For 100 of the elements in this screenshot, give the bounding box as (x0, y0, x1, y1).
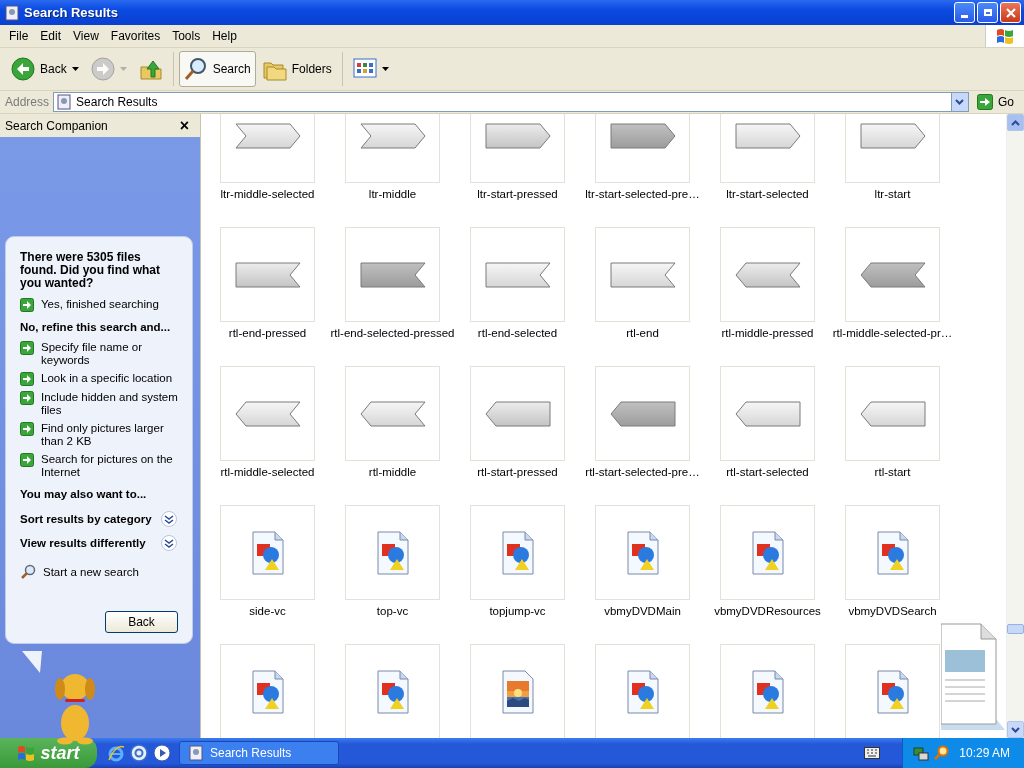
option-link[interactable]: Find only pictures larger than 2 KB (20, 422, 180, 448)
minimize-button[interactable] (954, 2, 975, 23)
folders-button[interactable]: Folders (257, 51, 337, 87)
file-name[interactable]: vbmyDVDMain (604, 605, 681, 617)
back-button[interactable]: Back (105, 611, 178, 633)
file-name[interactable]: rtl-start-selected-pre… (585, 466, 700, 478)
back-button[interactable]: Back (6, 51, 84, 87)
thumbnail[interactable] (720, 227, 815, 322)
file-name[interactable]: topjump-vc (489, 605, 546, 617)
file-name[interactable]: rtl-start-selected (726, 466, 809, 478)
thumbnail[interactable] (345, 505, 440, 600)
scroll-down-button[interactable] (1007, 721, 1024, 738)
scrollbar[interactable] (1006, 114, 1024, 738)
thumbnail[interactable] (595, 644, 690, 738)
file-name[interactable]: rtl-middle-pressed (721, 327, 814, 339)
file-name[interactable]: rtl-end-pressed (228, 327, 307, 339)
menu-item[interactable]: Edit (34, 29, 68, 43)
file-name[interactable]: rtl-start-pressed (477, 466, 558, 478)
keyboard-icon[interactable] (864, 747, 881, 759)
arrow-icon (20, 391, 34, 405)
file-name[interactable]: rtl-end (626, 327, 659, 339)
menu-item[interactable]: Favorites (104, 29, 167, 43)
menu-item[interactable]: Tools (166, 29, 207, 43)
arrow-tab-icon (859, 261, 926, 288)
file-name[interactable]: vbmyDVDSearch (848, 605, 937, 617)
file-name[interactable]: ltr-middle-selected (220, 188, 315, 200)
thumbnail[interactable] (345, 366, 440, 461)
thumbnail[interactable] (220, 505, 315, 600)
address-field[interactable]: Search Results (53, 92, 953, 112)
expand-chevron-icon[interactable] (161, 511, 177, 527)
thumbnail[interactable] (470, 227, 565, 322)
expand-chevron-icon[interactable] (161, 535, 177, 551)
thumbnail[interactable] (720, 505, 815, 600)
file-name[interactable]: rtl-end-selected-pressed (330, 327, 455, 339)
file-name[interactable]: ltr-middle (368, 188, 417, 200)
search-icon[interactable] (933, 745, 950, 761)
file-name[interactable]: ltr-start-selected (726, 188, 809, 200)
arrow-tab-icon (359, 400, 426, 427)
file-name[interactable]: vbmyDVDResources (714, 605, 821, 617)
thumbnail[interactable] (345, 644, 440, 738)
option-link[interactable]: Look in a specific location (20, 372, 180, 386)
file-name[interactable]: rtl-middle-selected (220, 466, 315, 478)
file-name[interactable]: ltr-start-selected-pre… (585, 188, 700, 200)
thumbnail[interactable] (720, 114, 815, 183)
file-name[interactable]: rtl-middle (368, 466, 417, 478)
thumbnail[interactable] (595, 505, 690, 600)
option-link[interactable]: Yes, finished searching (20, 298, 180, 312)
expandable-option[interactable]: Sort results by category (20, 511, 180, 527)
file-name[interactable]: ltr-start (874, 188, 911, 200)
arrow-icon (20, 372, 34, 386)
thumbnail[interactable] (845, 644, 940, 738)
arrow-tab-icon (484, 122, 551, 149)
thumbnail[interactable] (595, 114, 690, 183)
go-button[interactable]: Go (973, 92, 1022, 112)
close-pane-button[interactable]: × (179, 116, 189, 135)
menu-item[interactable]: View (67, 29, 105, 43)
thumbnail[interactable] (595, 366, 690, 461)
taskbar-button[interactable]: Search Results (179, 741, 339, 765)
file-name[interactable]: rtl-end-selected (477, 327, 558, 339)
thumbnail[interactable] (220, 227, 315, 322)
chevron-down-icon (955, 99, 965, 105)
network-icon[interactable] (913, 745, 930, 761)
arrow-tab-icon (734, 261, 801, 288)
thumbnail[interactable] (470, 505, 565, 600)
thumbnail[interactable] (845, 366, 940, 461)
menu-item[interactable]: File (3, 29, 35, 43)
option-link[interactable]: Specify file name or keywords (20, 341, 180, 367)
thumbnail[interactable] (220, 114, 315, 183)
scroll-up-button[interactable] (1007, 114, 1024, 131)
caret-icon (71, 67, 79, 71)
thumbnail[interactable] (720, 366, 815, 461)
expandable-option[interactable]: View results differently (20, 535, 180, 551)
thumbnail[interactable] (220, 366, 315, 461)
file-name[interactable]: side-vc (249, 605, 286, 617)
media-player-icon[interactable] (153, 744, 171, 762)
thumbnail[interactable] (345, 227, 440, 322)
thumbnail[interactable] (845, 227, 940, 322)
new-search-link[interactable]: Start a new search (20, 564, 180, 580)
thumbnail[interactable] (720, 644, 815, 738)
option-link[interactable]: Search for pictures on the Internet (20, 453, 180, 479)
file-name[interactable]: ltr-start-pressed (477, 188, 558, 200)
thumbnail[interactable] (595, 227, 690, 322)
option-link[interactable]: Include hidden and system files (20, 391, 180, 417)
thumbnail[interactable] (220, 644, 315, 738)
scroll-thumb[interactable] (1007, 623, 1024, 634)
browser-icon[interactable] (107, 744, 125, 762)
thumbnail[interactable] (470, 644, 565, 738)
thumbnail[interactable] (470, 114, 565, 183)
thumbnail[interactable] (845, 505, 940, 600)
thumbnail[interactable] (845, 114, 940, 183)
menu-item[interactable]: Help (206, 29, 243, 43)
pane-title: Search Companion (5, 118, 108, 133)
thumbnail[interactable] (470, 366, 565, 461)
file-name[interactable]: rtl-middle-selected-pr… (832, 327, 953, 339)
search-button[interactable]: Search (178, 51, 256, 87)
thumbnail[interactable] (345, 114, 440, 183)
file-name[interactable]: top-vc (376, 605, 409, 617)
restore-button[interactable] (977, 2, 998, 23)
file-name[interactable]: rtl-start (874, 466, 911, 478)
close-button[interactable] (1000, 2, 1021, 23)
